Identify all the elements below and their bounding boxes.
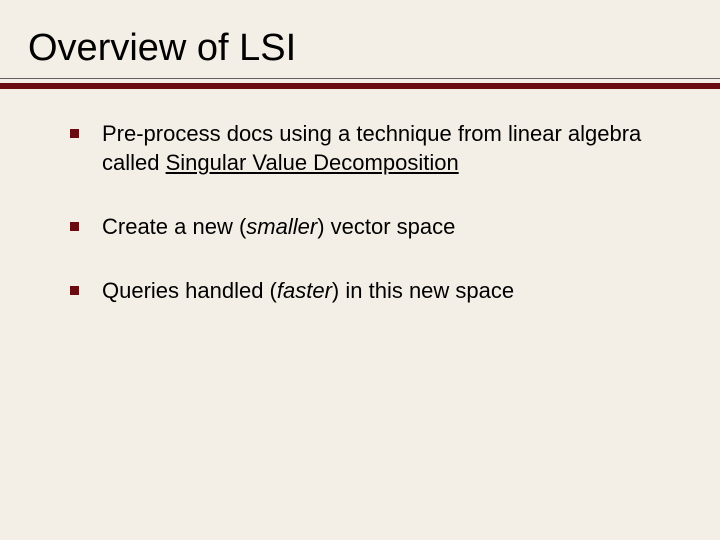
- bullet-square-icon: [70, 286, 79, 295]
- list-item: Queries handled (faster) in this new spa…: [70, 276, 650, 306]
- bullet-text: ) in this new space: [332, 278, 514, 303]
- slide-title: Overview of LSI: [28, 28, 692, 70]
- bullet-text: ) vector space: [317, 214, 455, 239]
- bullet-list: Pre-process docs using a technique from …: [70, 119, 650, 306]
- bullet-text-underlined: Singular Value Decomposition: [166, 150, 459, 175]
- title-area: Overview of LSI: [0, 0, 720, 78]
- slide-body: Pre-process docs using a technique from …: [0, 89, 720, 306]
- bullet-text: Queries handled (: [102, 278, 277, 303]
- list-item: Create a new (smaller) vector space: [70, 212, 650, 242]
- bullet-text: Create a new (: [102, 214, 246, 239]
- divider-thin: [0, 78, 720, 79]
- bullet-square-icon: [70, 222, 79, 231]
- bullet-square-icon: [70, 129, 79, 138]
- list-item: Pre-process docs using a technique from …: [70, 119, 650, 178]
- bullet-text-italic: faster: [277, 278, 332, 303]
- slide: Overview of LSI Pre-process docs using a…: [0, 0, 720, 540]
- bullet-text-italic: smaller: [246, 214, 317, 239]
